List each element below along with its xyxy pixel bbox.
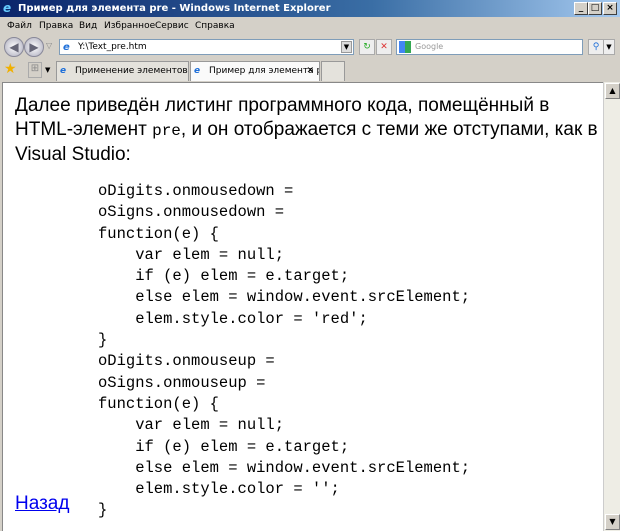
menu-favorites[interactable]: Избранное: [104, 18, 155, 34]
forward-button[interactable]: ▶: [24, 37, 44, 57]
ie-tab-icon: e: [60, 66, 67, 76]
minimize-button[interactable]: _: [574, 2, 588, 15]
maximize-button[interactable]: □: [588, 2, 602, 15]
ie-logo-icon: e: [3, 1, 12, 15]
google-logo-icon: [399, 41, 411, 53]
address-field[interactable]: e Y:\Text_pre.htm ▼: [59, 39, 354, 55]
menu-edit[interactable]: Правка: [39, 18, 73, 34]
menu-tools[interactable]: Сервис: [155, 18, 189, 34]
page-icon: e: [63, 42, 70, 53]
close-button[interactable]: ×: [603, 2, 617, 15]
address-dropdown-icon[interactable]: ▼: [341, 41, 352, 53]
tab-bar: ★ ⊞ ▼ e Применение элементов HT... e При…: [0, 59, 620, 81]
quick-tabs-icon[interactable]: ⊞: [28, 62, 42, 78]
inline-code: pre: [152, 121, 181, 140]
window-title: Пример для элемента pre - Windows Intern…: [18, 3, 331, 14]
code-listing: oDigits.onmousedown = oSigns.onmousedown…: [98, 182, 471, 520]
tab-html-elements[interactable]: e Применение элементов HT...: [56, 61, 189, 81]
back-link[interactable]: Назад: [15, 493, 69, 515]
history-dropdown-icon[interactable]: ▽: [46, 41, 52, 50]
back-button[interactable]: ◀: [4, 37, 24, 57]
search-placeholder: Google: [415, 42, 444, 51]
page-content: Далее приведён листинг программного кода…: [2, 82, 603, 531]
menu-help[interactable]: Справка: [195, 18, 235, 34]
menu-file[interactable]: Файл: [7, 18, 32, 34]
search-button[interactable]: ⚲: [588, 39, 604, 55]
tab-list-dropdown-icon[interactable]: ▼: [45, 62, 50, 78]
stop-button[interactable]: ✕: [376, 39, 392, 55]
menu-view[interactable]: Вид: [79, 18, 97, 34]
tab-close-icon[interactable]: ✕: [306, 62, 314, 80]
tab-label: Применение элементов HT...: [75, 66, 188, 76]
new-tab-button[interactable]: [321, 61, 345, 81]
scroll-down-icon[interactable]: ▼: [605, 514, 620, 530]
refresh-button[interactable]: ↻: [359, 39, 375, 55]
search-options-icon[interactable]: ▼: [603, 39, 615, 55]
navigation-bar: ◀ ▶ ▽ e Y:\Text_pre.htm ▼ ↻ ✕ Google ⚲ ▼: [0, 36, 620, 58]
scroll-up-icon[interactable]: ▲: [605, 83, 620, 99]
address-url: Y:\Text_pre.htm: [78, 42, 147, 52]
intro-paragraph: Далее приведён листинг программного кода…: [15, 94, 600, 167]
ie-tab-icon: e: [194, 66, 201, 76]
favorites-star-icon[interactable]: ★: [4, 61, 17, 77]
tab-label: Пример для элемента pre: [209, 66, 320, 76]
search-input[interactable]: Google: [396, 39, 583, 55]
tab-pre-example[interactable]: e Пример для элемента pre ✕: [190, 61, 320, 81]
vertical-scrollbar[interactable]: ▲ ▼: [603, 82, 620, 531]
title-bar: e Пример для элемента pre - Windows Inte…: [0, 0, 620, 17]
